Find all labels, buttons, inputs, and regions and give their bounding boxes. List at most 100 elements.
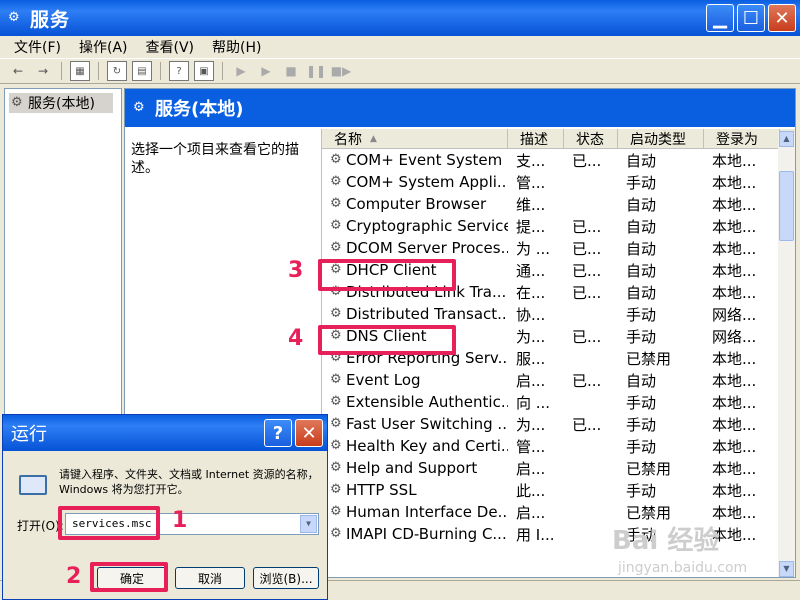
column-header-status[interactable]: 状态 <box>564 129 618 148</box>
service-description: 服... <box>516 349 546 368</box>
restart-service-icon[interactable]: ■▶ <box>331 61 352 81</box>
menu-file[interactable]: 文件(F) <box>14 37 61 57</box>
service-logon: 本地... <box>712 261 757 280</box>
service-description: 管... <box>516 173 546 192</box>
service-name: Cryptographic Services <box>346 217 508 235</box>
scroll-down-arrow-icon[interactable]: ▼ <box>779 561 794 577</box>
cancel-button[interactable]: 取消 <box>175 567 245 589</box>
service-gear-icon: ⚙ <box>330 372 342 387</box>
service-logon: 网络... <box>712 327 757 346</box>
column-header-description[interactable]: 描述 <box>508 129 564 148</box>
service-logon: 本地... <box>712 195 757 214</box>
run-close-button[interactable]: ✕ <box>295 419 323 447</box>
help-icon[interactable]: ? <box>169 61 189 81</box>
service-startup-type: 已禁用 <box>626 349 672 368</box>
table-row[interactable]: ⚙ COM+ System Appli... 管... 手动 本地... <box>322 171 795 193</box>
play-icon[interactable]: ▶ <box>256 61 276 81</box>
stop-service-icon[interactable]: ■ <box>281 61 301 81</box>
service-description: 启... <box>516 371 546 390</box>
run-prompt: 请键入程序、文件夹、文档或 Internet 资源的名称，Windows 将为您… <box>59 468 319 496</box>
scroll-thumb[interactable] <box>779 171 794 241</box>
list-header: 名称 ▲ 描述 状态 启动类型 登录为 <box>322 129 795 149</box>
service-name: Fast User Switching ... <box>346 415 508 433</box>
column-header-name[interactable]: 名称 ▲ <box>322 129 508 148</box>
minimize-button[interactable]: ▁ <box>706 4 734 32</box>
service-gear-icon: ⚙ <box>330 526 342 541</box>
pause-service-icon[interactable]: ❚❚ <box>306 61 326 81</box>
open-label: 打开(O): <box>17 519 64 533</box>
service-startup-type: 手动 <box>626 437 657 456</box>
service-status: 已... <box>572 283 602 302</box>
show-hide-tree-icon[interactable]: ▦ <box>70 61 90 81</box>
close-button[interactable]: ✕ <box>768 4 796 32</box>
table-row[interactable]: ⚙ Distributed Transact... 协... 手动 网络... <box>322 303 795 325</box>
service-description: 在... <box>516 283 546 302</box>
maximize-button[interactable]: ☐ <box>737 4 765 32</box>
table-row[interactable]: ⚙ Event Log 启... 已... 自动 本地... <box>322 369 795 391</box>
table-row[interactable]: ⚙ Extensible Authentic... 向 ... 手动 本地... <box>322 391 795 413</box>
service-description: 提... <box>516 217 546 236</box>
service-name: Event Log <box>346 371 421 389</box>
menu-bar: 文件(F) 操作(A) 查看(V) 帮助(H) <box>0 36 800 58</box>
service-name: COM+ System Appli... <box>346 173 508 191</box>
menu-action[interactable]: 操作(A) <box>79 37 128 57</box>
start-service-icon[interactable]: ▶ <box>231 61 251 81</box>
table-row[interactable]: ⚙ Health Key and Certi... 管... 手动 本地... <box>322 435 795 457</box>
forward-arrow-icon[interactable]: → <box>33 61 53 81</box>
service-description: 此... <box>516 481 546 500</box>
browse-button[interactable]: 浏览(B)... <box>253 567 319 589</box>
table-row[interactable]: ⚙ Human Interface De... 启... 已禁用 本地... <box>322 501 795 523</box>
service-description: 管... <box>516 437 546 456</box>
table-row[interactable]: ⚙ Help and Support 启... 已禁用 本地... <box>322 457 795 479</box>
dropdown-arrow-icon[interactable]: ▼ <box>300 515 317 533</box>
service-logon: 本地... <box>712 437 757 456</box>
watermark-logo: Bai 经验 <box>612 526 720 556</box>
annotation-number-3: 3 <box>288 258 304 283</box>
service-startup-type: 自动 <box>626 217 657 236</box>
service-description: 通... <box>516 261 546 280</box>
service-status: 已... <box>572 415 602 434</box>
highlight-dns-client <box>318 325 456 355</box>
service-gear-icon: ⚙ <box>330 174 342 189</box>
service-description: 启... <box>516 503 546 522</box>
service-description: 为... <box>516 327 546 346</box>
service-startup-type: 手动 <box>626 305 657 324</box>
help-button[interactable]: ? <box>264 419 292 447</box>
service-name: Computer Browser <box>346 195 487 213</box>
run-title: 运行 <box>11 424 47 445</box>
table-row[interactable]: ⚙ Cryptographic Services 提... 已... 自动 本地... <box>322 215 795 237</box>
service-description: 向 ... <box>516 393 551 412</box>
refresh-icon[interactable]: ↻ <box>107 61 127 81</box>
service-startup-type: 已禁用 <box>626 459 672 478</box>
service-logon: 本地... <box>712 283 757 302</box>
table-row[interactable]: ⚙ HTTP SSL 此... 手动 本地... <box>322 479 795 501</box>
back-arrow-icon[interactable]: ← <box>8 61 28 81</box>
service-startup-type: 手动 <box>626 173 657 192</box>
table-row[interactable]: ⚙ Computer Browser 维... 自动 本地... <box>322 193 795 215</box>
service-name: IMAPI CD-Burning C... <box>346 525 507 543</box>
service-gear-icon: ⚙ <box>330 152 342 167</box>
run-title-bar[interactable]: 运行 ? ✕ <box>3 415 327 451</box>
service-logon: 本地... <box>712 415 757 434</box>
table-row[interactable]: ⚙ COM+ Event System 支... 已... 自动 本地... <box>322 149 795 171</box>
table-row[interactable]: ⚙ DCOM Server Proces... 为 ... 已... 自动 本地... <box>322 237 795 259</box>
table-row[interactable]: ⚙ IMAPI CD-Burning C... 用 I... 手动 本地... <box>322 523 795 545</box>
menu-help[interactable]: 帮助(H) <box>212 37 261 57</box>
vertical-scrollbar[interactable]: ▲ ▼ <box>778 131 795 577</box>
column-header-startup[interactable]: 启动类型 <box>618 129 704 148</box>
window-title: 服务 <box>30 8 71 31</box>
service-name: COM+ Event System <box>346 151 503 169</box>
table-row[interactable]: ⚙ Fast User Switching ... 为... 已... 手动 本地... <box>322 413 795 435</box>
title-bar[interactable]: ⚙ 服务 ▁ ☐ ✕ <box>0 0 800 36</box>
menu-view[interactable]: 查看(V) <box>146 37 195 57</box>
column-header-logon[interactable]: 登录为 <box>704 129 780 148</box>
export-list-icon[interactable]: ▤ <box>132 61 152 81</box>
service-logon: 本地... <box>712 459 757 478</box>
service-gear-icon: ⚙ <box>330 438 342 453</box>
properties-icon[interactable]: ▣ <box>194 61 214 81</box>
service-status: 已... <box>572 217 602 236</box>
service-logon: 本地... <box>712 173 757 192</box>
tree-item-services-local[interactable]: ⚙ 服务(本地) <box>9 93 113 113</box>
service-name: Distributed Transact... <box>346 305 508 323</box>
scroll-up-arrow-icon[interactable]: ▲ <box>779 131 794 147</box>
